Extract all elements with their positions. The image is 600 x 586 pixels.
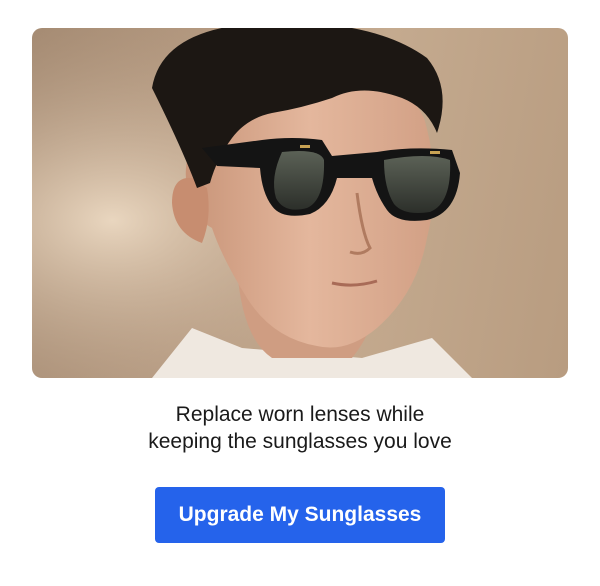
hero-image — [32, 28, 568, 378]
tagline: Replace worn lenses while keeping the su… — [0, 401, 600, 455]
tagline-line-2: keeping the sunglasses you love — [148, 430, 452, 453]
tagline-line-1: Replace worn lenses while — [175, 403, 425, 426]
upgrade-sunglasses-button[interactable]: Upgrade My Sunglasses — [155, 487, 445, 543]
sunglasses-model-photo — [32, 28, 568, 378]
